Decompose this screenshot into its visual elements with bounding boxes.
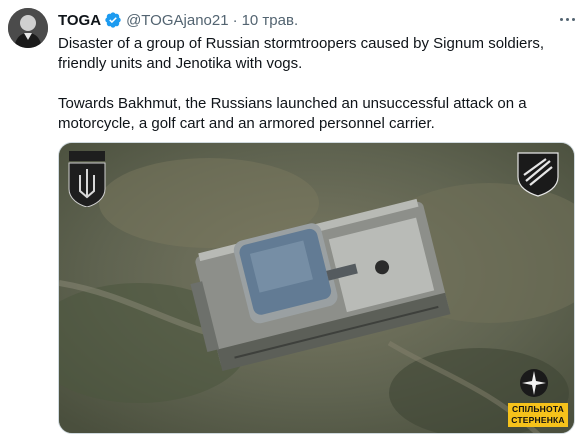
post-date[interactable]: 10 трав. [242,12,299,29]
signum-logo-icon [67,151,107,207]
author-handle[interactable]: @TOGAjano21 [126,12,229,29]
community-logo-icon [518,367,550,399]
tweet-paragraph: Disaster of a group of Russian stormtroo… [58,35,545,72]
tweet-paragraph: Towards Bakhmut, the Russians launched a… [58,95,527,132]
author-name[interactable]: TOGA [58,12,101,29]
separator-dot: · [232,11,238,29]
badge-line-2: СТЕРНЕНКА [511,415,565,425]
more-icon-dot [565,17,569,21]
community-badge: СПІЛЬНОТА СТЕРНЕНКА [508,403,568,427]
unit-emblem-icon [516,151,560,197]
tweet-text: Disaster of a group of Russian stormtroo… [58,34,578,134]
media-video[interactable]: СПІЛЬНОТА СТЕРНЕНКА [58,142,575,434]
avatar[interactable] [8,8,48,48]
badge-line-1: СПІЛЬНОТА [511,404,565,414]
more-options-button[interactable] [556,10,578,28]
more-icon-dot [571,17,575,21]
tweet-header: TOGA @TOGAjano21 · 10 трав. [58,9,556,31]
drone-footage-image [59,143,574,433]
verified-badge-icon [104,11,122,29]
more-icon [559,17,563,21]
tweet[interactable]: TOGA @TOGAjano21 · 10 трав. Disaster of … [0,0,586,444]
